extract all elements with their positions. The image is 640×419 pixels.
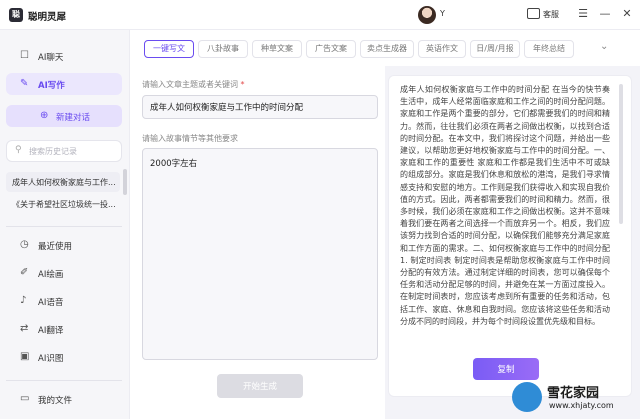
folder-icon: ▭ [20, 393, 30, 404]
sidebar-item-label: AI翻译 [38, 326, 64, 336]
sidebar-item-label: 我的文件 [38, 396, 73, 406]
paint-icon: ✐ [20, 267, 29, 278]
tab-english-essay[interactable]: 英语作文 [418, 40, 466, 58]
new-chat-button[interactable]: ⊕ 新建对话 [6, 105, 122, 127]
title-bar: 聪 聪明灵犀 Y 客服 ☰ — ✕ [0, 0, 640, 30]
sidebar-item-ai-image-recognition[interactable]: ▣ AI识图 [6, 346, 122, 368]
writing-type-tabs: 一键写文 八卦故事 种草文案 广告文案 卖点生成器 英语作文 日/周/月报 年终… [130, 30, 640, 66]
history-search[interactable]: ⚲ [6, 140, 122, 162]
avatar[interactable] [418, 6, 436, 24]
topic-input[interactable] [142, 95, 378, 119]
sidebar-item-label: AI语音 [38, 298, 64, 308]
clock-icon: ◷ [20, 239, 29, 250]
requirements-textarea[interactable]: 2000字左右 [142, 148, 378, 360]
sidebar-item-label: AI绘画 [38, 270, 64, 280]
sidebar-item-label: AI识图 [38, 354, 64, 364]
sidebar: ☐ AI聊天 ✎ AI写作 ⊕ 新建对话 ⚲ 成年人如何权衡家庭与工作... 《… [0, 30, 130, 419]
topic-label-text: 请输入文章主题或者关键词 [142, 80, 238, 89]
tab-one-click-writing[interactable]: 一键写文 [144, 40, 194, 58]
mic-icon: ♪ [20, 295, 27, 306]
chevron-down-icon[interactable]: ⌄ [600, 41, 608, 52]
sidebar-item-label: AI写作 [38, 81, 65, 91]
sidebar-item-ai-voice[interactable]: ♪ AI语音 [6, 290, 122, 312]
tab-ad-copy[interactable]: 广告文案 [306, 40, 356, 58]
customer-service-icon[interactable] [527, 8, 540, 19]
watermark-subtitle: www.xhjaty.com [549, 401, 614, 410]
copy-button[interactable]: 复制 [473, 358, 539, 380]
translate-icon: ⇄ [20, 323, 29, 334]
new-chat-label: 新建对话 [56, 113, 91, 123]
divider [6, 380, 122, 381]
user-name[interactable]: Y [440, 9, 445, 18]
sidebar-item-ai-paint[interactable]: ✐ AI绘画 [6, 262, 122, 284]
sidebar-item-ai-translate[interactable]: ⇄ AI翻译 [6, 318, 122, 340]
history-item[interactable]: 成年人如何权衡家庭与工作... [6, 172, 120, 192]
app-name: 聪明灵犀 [28, 12, 67, 23]
menu-icon[interactable]: ☰ [576, 7, 590, 21]
generated-article: 成年人如何权衡家庭与工作中的时间分配 在当今的快节奏生活中，成年人经常面临家庭和… [400, 85, 610, 326]
pen-icon: ✎ [20, 78, 29, 89]
result-panel: 成年人如何权衡家庭与工作中的时间分配 在当今的快节奏生活中，成年人经常面临家庭和… [388, 75, 632, 397]
plus-circle-icon: ⊕ [40, 110, 49, 121]
required-mark: * [240, 80, 245, 89]
minimize-icon[interactable]: — [598, 7, 612, 21]
tab-year-end-summary[interactable]: 年终总结 [524, 40, 574, 58]
tab-selling-point-generator[interactable]: 卖点生成器 [360, 40, 414, 58]
sidebar-item-label: AI聊天 [38, 53, 64, 63]
customer-service-label[interactable]: 客服 [543, 9, 559, 20]
history-item[interactable]: 《关于希望社区垃圾统一投... [6, 194, 120, 214]
topic-label: 请输入文章主题或者关键词 * [142, 79, 245, 90]
history-search-input[interactable] [29, 145, 119, 158]
close-icon[interactable]: ✕ [620, 7, 634, 21]
tab-seeding-copy[interactable]: 种草文案 [252, 40, 302, 58]
sidebar-scrollbar[interactable] [123, 169, 127, 195]
sidebar-item-label: 最近使用 [38, 242, 73, 252]
tab-gossip-story[interactable]: 八卦故事 [198, 40, 248, 58]
generate-button[interactable]: 开始生成 [217, 374, 303, 398]
divider [6, 226, 122, 227]
app-logo-icon: 聪 [9, 8, 23, 22]
sidebar-item-ai-chat[interactable]: ☐ AI聊天 [6, 45, 122, 67]
result-scrollbar[interactable] [619, 84, 623, 224]
image-icon: ▣ [20, 351, 30, 362]
chat-bubble-icon: ☐ [20, 50, 29, 61]
search-icon: ⚲ [15, 145, 22, 155]
input-panel: 请输入文章主题或者关键词 * 请输入故事情节等其他要求 2000字左右 开始生成 [130, 66, 385, 419]
sidebar-item-ai-writing[interactable]: ✎ AI写作 [6, 73, 122, 95]
watermark-logo-icon [512, 382, 542, 412]
requirements-label: 请输入故事情节等其他要求 [142, 134, 238, 143]
sidebar-item-my-files[interactable]: ▭ 我的文件 [6, 388, 122, 410]
watermark-title: 雪花家园 [547, 386, 600, 401]
watermark: 雪花家园 www.xhjaty.com [512, 380, 636, 416]
sidebar-item-recent[interactable]: ◷ 最近使用 [6, 234, 122, 256]
tab-reports[interactable]: 日/周/月报 [470, 40, 520, 58]
